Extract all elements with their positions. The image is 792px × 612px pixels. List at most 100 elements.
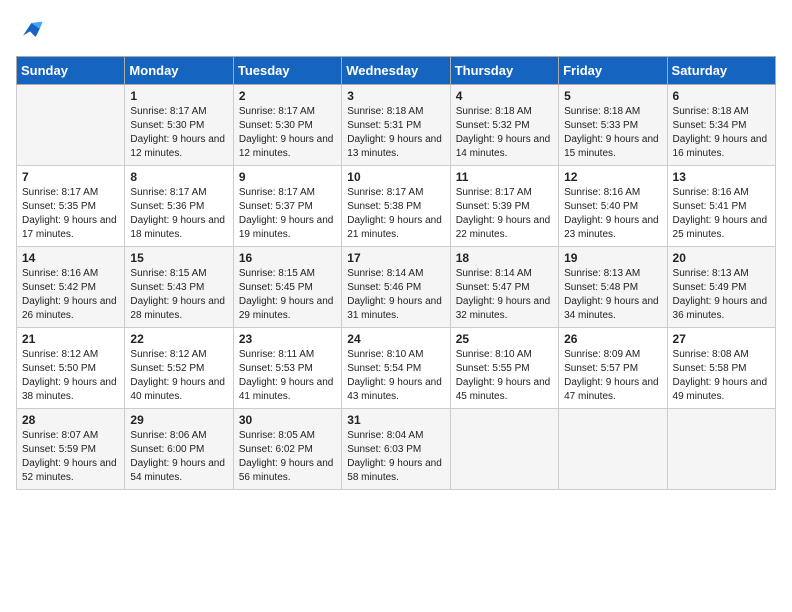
- calendar-cell: 15Sunrise: 8:15 AMSunset: 5:43 PMDayligh…: [125, 247, 233, 328]
- calendar-week-4: 21 Sunrise: 8:12 AMSunset: 5:50 PMDayligh…: [17, 328, 776, 409]
- logo-icon: [16, 16, 44, 44]
- calendar-cell: 11 Sunrise: 8:17 AMSunset: 5:39 PMDayligh…: [450, 166, 558, 247]
- day-number: 11: [456, 170, 553, 184]
- calendar-cell: 31Sunrise: 8:04 AMSunset: 6:03 PMDayligh…: [342, 409, 450, 490]
- weekday-header-tuesday: Tuesday: [233, 57, 341, 85]
- page-header: [16, 16, 776, 44]
- day-number: 4: [456, 89, 553, 103]
- day-number: 18: [456, 251, 553, 265]
- calendar-cell: 5 Sunrise: 8:18 AMSunset: 5:33 PMDaylight…: [559, 85, 667, 166]
- calendar-cell: 20Sunrise: 8:13 AMSunset: 5:49 PMDayligh…: [667, 247, 775, 328]
- calendar-cell: 21 Sunrise: 8:12 AMSunset: 5:50 PMDayligh…: [17, 328, 125, 409]
- weekday-header-monday: Monday: [125, 57, 233, 85]
- day-number: 25: [456, 332, 553, 346]
- day-number: 16: [239, 251, 336, 265]
- calendar-week-2: 7 Sunrise: 8:17 AMSunset: 5:35 PMDaylight…: [17, 166, 776, 247]
- weekday-header-thursday: Thursday: [450, 57, 558, 85]
- cell-details: Sunrise: 8:11 AMSunset: 5:53 PMDaylight:…: [239, 348, 336, 404]
- cell-details: Sunrise: 8:17 AMSunset: 5:37 PMDaylight:…: [239, 186, 336, 242]
- day-number: 9: [239, 170, 336, 184]
- day-number: 10: [347, 170, 444, 184]
- day-number: 27: [673, 332, 770, 346]
- cell-details: Sunrise: 8:10 AMSunset: 5:54 PMDaylight:…: [347, 348, 444, 404]
- weekday-header-saturday: Saturday: [667, 57, 775, 85]
- calendar-cell: 22 Sunrise: 8:12 AMSunset: 5:52 PMDayligh…: [125, 328, 233, 409]
- calendar-cell: [667, 409, 775, 490]
- cell-details: Sunrise: 8:18 AMSunset: 5:32 PMDaylight:…: [456, 105, 553, 161]
- day-number: 31: [347, 413, 444, 427]
- cell-details: Sunrise: 8:17 AMSunset: 5:38 PMDaylight:…: [347, 186, 444, 242]
- calendar-cell: 2 Sunrise: 8:17 AMSunset: 5:30 PMDaylight…: [233, 85, 341, 166]
- calendar-cell: 10 Sunrise: 8:17 AMSunset: 5:38 PMDayligh…: [342, 166, 450, 247]
- calendar-week-5: 28 Sunrise: 8:07 AMSunset: 5:59 PMDayligh…: [17, 409, 776, 490]
- calendar-cell: 6Sunrise: 8:18 AMSunset: 5:34 PMDaylight…: [667, 85, 775, 166]
- day-number: 12: [564, 170, 661, 184]
- day-number: 17: [347, 251, 444, 265]
- cell-details: Sunrise: 8:08 AMSunset: 5:58 PMDaylight:…: [673, 348, 770, 404]
- calendar-cell: 16 Sunrise: 8:15 AMSunset: 5:45 PMDayligh…: [233, 247, 341, 328]
- cell-details: Sunrise: 8:14 AMSunset: 5:46 PMDaylight:…: [347, 267, 444, 323]
- day-number: 19: [564, 251, 661, 265]
- day-number: 7: [22, 170, 119, 184]
- cell-details: Sunrise: 8:16 AMSunset: 5:42 PMDaylight:…: [22, 267, 119, 323]
- calendar-cell: [450, 409, 558, 490]
- cell-details: Sunrise: 8:13 AMSunset: 5:48 PMDaylight:…: [564, 267, 661, 323]
- cell-details: Sunrise: 8:15 AMSunset: 5:45 PMDaylight:…: [239, 267, 336, 323]
- day-number: 29: [130, 413, 227, 427]
- day-number: 24: [347, 332, 444, 346]
- calendar-cell: 12 Sunrise: 8:16 AMSunset: 5:40 PMDayligh…: [559, 166, 667, 247]
- day-number: 30: [239, 413, 336, 427]
- calendar-cell: 25 Sunrise: 8:10 AMSunset: 5:55 PMDayligh…: [450, 328, 558, 409]
- calendar-cell: 23Sunrise: 8:11 AMSunset: 5:53 PMDayligh…: [233, 328, 341, 409]
- cell-details: Sunrise: 8:12 AMSunset: 5:50 PMDaylight:…: [22, 348, 119, 404]
- calendar-cell: 4 Sunrise: 8:18 AMSunset: 5:32 PMDaylight…: [450, 85, 558, 166]
- day-number: 22: [130, 332, 227, 346]
- day-number: 13: [673, 170, 770, 184]
- cell-details: Sunrise: 8:17 AMSunset: 5:35 PMDaylight:…: [22, 186, 119, 242]
- cell-details: Sunrise: 8:18 AMSunset: 5:31 PMDaylight:…: [347, 105, 444, 161]
- cell-details: Sunrise: 8:15 AMSunset: 5:43 PMDaylight:…: [130, 267, 227, 323]
- day-number: 20: [673, 251, 770, 265]
- calendar-cell: 8 Sunrise: 8:17 AMSunset: 5:36 PMDaylight…: [125, 166, 233, 247]
- day-number: 26: [564, 332, 661, 346]
- day-number: 8: [130, 170, 227, 184]
- cell-details: Sunrise: 8:18 AMSunset: 5:34 PMDaylight:…: [673, 105, 770, 161]
- cell-details: Sunrise: 8:14 AMSunset: 5:47 PMDaylight:…: [456, 267, 553, 323]
- day-number: 1: [130, 89, 227, 103]
- day-number: 2: [239, 89, 336, 103]
- cell-details: Sunrise: 8:17 AMSunset: 5:30 PMDaylight:…: [130, 105, 227, 161]
- calendar-body: 1 Sunrise: 8:17 AMSunset: 5:30 PMDaylight…: [17, 85, 776, 490]
- weekday-header-wednesday: Wednesday: [342, 57, 450, 85]
- cell-details: Sunrise: 8:06 AMSunset: 6:00 PMDaylight:…: [130, 429, 227, 485]
- calendar-cell: 28 Sunrise: 8:07 AMSunset: 5:59 PMDayligh…: [17, 409, 125, 490]
- cell-details: Sunrise: 8:17 AMSunset: 5:39 PMDaylight:…: [456, 186, 553, 242]
- calendar-cell: 7 Sunrise: 8:17 AMSunset: 5:35 PMDaylight…: [17, 166, 125, 247]
- calendar-week-3: 14 Sunrise: 8:16 AMSunset: 5:42 PMDayligh…: [17, 247, 776, 328]
- cell-details: Sunrise: 8:16 AMSunset: 5:41 PMDaylight:…: [673, 186, 770, 242]
- cell-details: Sunrise: 8:12 AMSunset: 5:52 PMDaylight:…: [130, 348, 227, 404]
- cell-details: Sunrise: 8:17 AMSunset: 5:30 PMDaylight:…: [239, 105, 336, 161]
- calendar-cell: 19 Sunrise: 8:13 AMSunset: 5:48 PMDayligh…: [559, 247, 667, 328]
- day-number: 28: [22, 413, 119, 427]
- calendar-cell: 26Sunrise: 8:09 AMSunset: 5:57 PMDayligh…: [559, 328, 667, 409]
- day-number: 5: [564, 89, 661, 103]
- day-number: 14: [22, 251, 119, 265]
- calendar-cell: [559, 409, 667, 490]
- calendar-cell: 24 Sunrise: 8:10 AMSunset: 5:54 PMDayligh…: [342, 328, 450, 409]
- day-number: 3: [347, 89, 444, 103]
- calendar-cell: 9 Sunrise: 8:17 AMSunset: 5:37 PMDaylight…: [233, 166, 341, 247]
- calendar-cell: [17, 85, 125, 166]
- cell-details: Sunrise: 8:18 AMSunset: 5:33 PMDaylight:…: [564, 105, 661, 161]
- logo: [16, 16, 48, 44]
- weekday-header-sunday: Sunday: [17, 57, 125, 85]
- cell-details: Sunrise: 8:16 AMSunset: 5:40 PMDaylight:…: [564, 186, 661, 242]
- day-number: 21: [22, 332, 119, 346]
- cell-details: Sunrise: 8:07 AMSunset: 5:59 PMDaylight:…: [22, 429, 119, 485]
- cell-details: Sunrise: 8:17 AMSunset: 5:36 PMDaylight:…: [130, 186, 227, 242]
- calendar-cell: 29 Sunrise: 8:06 AMSunset: 6:00 PMDayligh…: [125, 409, 233, 490]
- calendar-cell: 3 Sunrise: 8:18 AMSunset: 5:31 PMDaylight…: [342, 85, 450, 166]
- calendar-cell: 30Sunrise: 8:05 AMSunset: 6:02 PMDayligh…: [233, 409, 341, 490]
- calendar-cell: 1 Sunrise: 8:17 AMSunset: 5:30 PMDaylight…: [125, 85, 233, 166]
- cell-details: Sunrise: 8:10 AMSunset: 5:55 PMDaylight:…: [456, 348, 553, 404]
- weekday-header-row: SundayMondayTuesdayWednesdayThursdayFrid…: [17, 57, 776, 85]
